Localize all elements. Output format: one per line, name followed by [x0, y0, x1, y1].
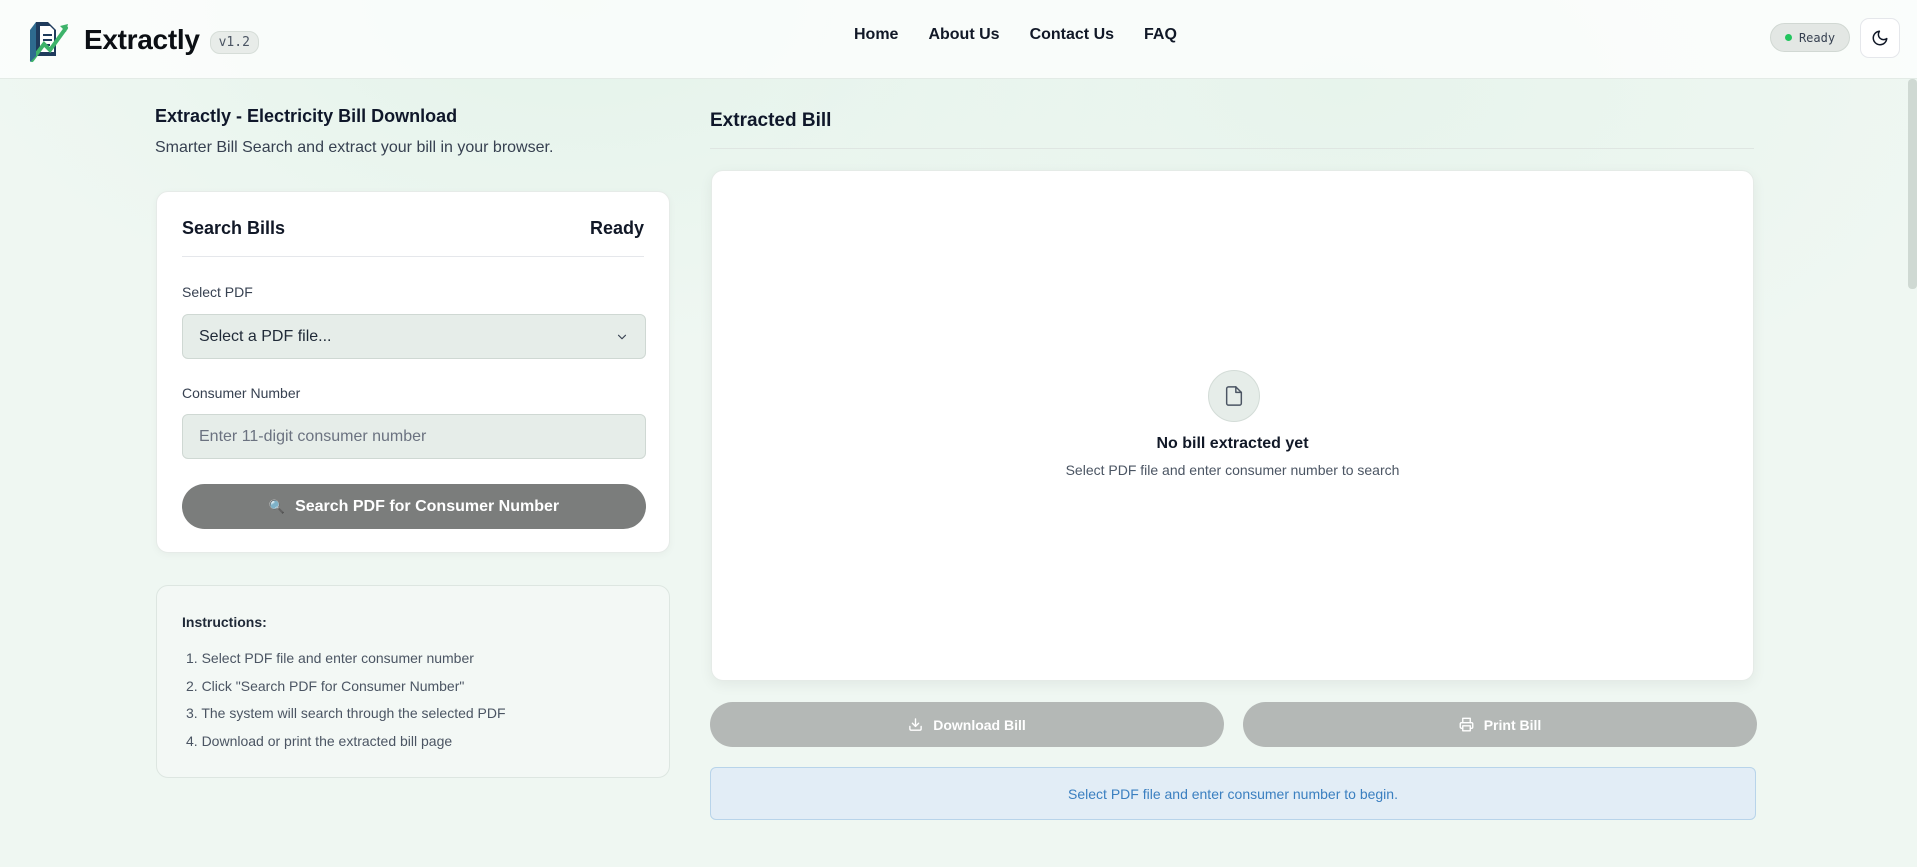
status-text: Ready — [1798, 30, 1836, 45]
empty-state-title: No bill extracted yet — [1156, 435, 1309, 452]
divider — [710, 148, 1754, 149]
consumer-number-label: Consumer Number — [182, 385, 301, 401]
nav-faq[interactable]: FAQ — [1144, 26, 1177, 44]
page-title: Extractly - Electricity Bill Download — [155, 106, 458, 126]
nav-about-us[interactable]: About Us — [928, 26, 999, 44]
brand[interactable]: Extractly v1.2 — [28, 16, 259, 64]
instructions-list: 1. Select PDF file and enter consumer nu… — [182, 650, 506, 760]
card-title: Search Bills — [182, 218, 286, 238]
divider — [182, 256, 644, 257]
status-dot-icon — [1784, 34, 1792, 41]
nav-home[interactable]: Home — [854, 26, 898, 44]
print-bill-label: Print Bill — [1483, 716, 1542, 733]
print-bill-button[interactable]: Print Bill — [1243, 702, 1757, 747]
instructions-title: Instructions: — [182, 614, 267, 630]
search-button-label: Search PDF for Consumer Number — [295, 497, 560, 515]
search-bills-card: Search Bills Ready Select PDF Select a P… — [156, 191, 670, 553]
instruction-step: 2. Click "Search PDF for Consumer Number… — [186, 677, 465, 694]
version-badge: v1.2 — [209, 30, 259, 54]
consumer-number-input[interactable] — [182, 414, 646, 459]
select-pdf-label: Select PDF — [182, 284, 253, 300]
status-badge: Ready — [1770, 23, 1850, 52]
instruction-step: 1. Select PDF file and enter consumer nu… — [186, 650, 474, 666]
pdf-select[interactable]: Select a PDF file... — [182, 314, 646, 359]
file-icon — [1208, 370, 1260, 422]
card-header: Search Bills Ready — [182, 218, 644, 239]
download-icon — [909, 718, 923, 731]
empty-state-subtitle: Select PDF file and enter consumer numbe… — [1065, 462, 1400, 478]
download-bill-button[interactable]: Download Bill — [710, 702, 1224, 747]
card-status: Ready — [589, 218, 644, 238]
instruction-step: 3. The system will search through the se… — [186, 705, 506, 721]
bill-preview-area: No bill extracted yet Select PDF file an… — [711, 170, 1754, 681]
theme-toggle-button[interactable] — [1860, 18, 1900, 58]
instructions-card: Instructions: 1. Select PDF file and ent… — [156, 585, 670, 778]
main-nav: Home About Us Contact Us FAQ — [854, 26, 1207, 44]
pdf-select-value: Select a PDF file... — [199, 327, 332, 345]
app-name: Extractly — [84, 24, 200, 55]
search-icon: 🔍 — [268, 498, 286, 514]
nav-contact-us[interactable]: Contact Us — [1030, 26, 1114, 44]
moon-icon — [1872, 30, 1888, 46]
instruction-step: 4. Download or print the extracted bill … — [186, 732, 453, 749]
top-header: Extractly v1.2 Home About Us Contact Us … — [0, 0, 1917, 79]
page-scrollbar[interactable] — [1908, 79, 1917, 289]
extractly-logo-icon — [30, 22, 68, 62]
printer-icon — [1459, 717, 1474, 732]
download-bill-label: Download Bill — [933, 716, 1026, 733]
extracted-bill-title: Extracted Bill — [710, 110, 832, 131]
info-notice: Select PDF file and enter consumer numbe… — [710, 767, 1756, 820]
page-subtitle: Smarter Bill Search and extract your bil… — [155, 139, 554, 156]
chevron-down-icon — [617, 334, 627, 340]
search-pdf-button[interactable]: 🔍 Search PDF for Consumer Number — [182, 484, 646, 529]
